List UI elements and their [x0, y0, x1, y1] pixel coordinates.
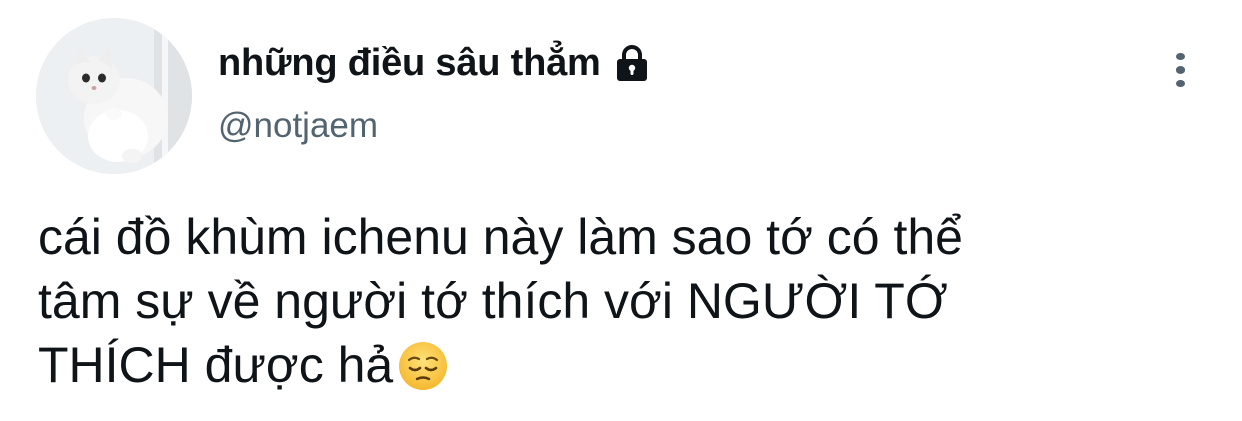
- author-display-name[interactable]: những điều sâu thẳm: [218, 42, 601, 85]
- more-vertical-icon-dot: [1175, 79, 1185, 87]
- tweet-header: những điều sâu thẳm @notjaem: [218, 40, 653, 146]
- more-vertical-icon-dot: [1175, 66, 1185, 74]
- author-name-row: những điều sâu thẳm: [218, 40, 653, 86]
- avatar[interactable]: [36, 18, 192, 174]
- tweet-card: những điều sâu thẳm @notjaem cái đồ khùm…: [0, 0, 1242, 421]
- pensive-face-emoji: [397, 340, 449, 392]
- tweet-text: cái đồ khùm ichenu này làm sao tớ có thể…: [38, 209, 963, 393]
- tweet-body: cái đồ khùm ichenu này làm sao tớ có thể…: [38, 205, 1208, 397]
- avatar-cat-image: [36, 18, 192, 174]
- more-options-button[interactable]: [1160, 50, 1200, 90]
- more-vertical-icon: [1175, 53, 1185, 61]
- author-handle[interactable]: @notjaem: [218, 106, 653, 146]
- lock-icon: [611, 43, 653, 85]
